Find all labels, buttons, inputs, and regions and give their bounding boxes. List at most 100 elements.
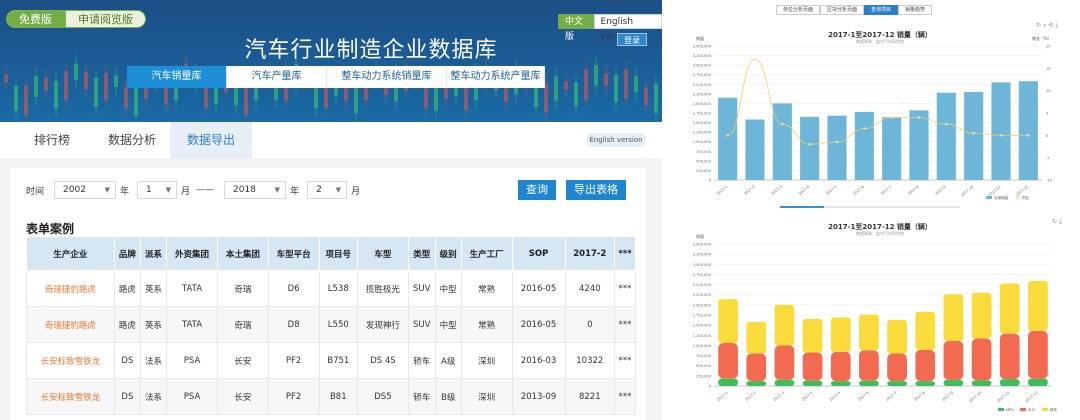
stack-sedan-segment[interactable] — [859, 314, 879, 351]
growth-point[interactable] — [863, 127, 866, 130]
stack-sedan-segment[interactable] — [1028, 280, 1048, 331]
bar-mark[interactable] — [854, 111, 874, 180]
stack-sedan-segment[interactable] — [999, 283, 1020, 334]
growth-point[interactable] — [753, 58, 757, 61]
bar-mark[interactable] — [718, 97, 738, 180]
stack-mpv-segment[interactable] — [830, 381, 851, 386]
subtab-analysis[interactable]: 数据分析 — [108, 122, 156, 158]
english-version-button[interactable]: English version — [593, 14, 662, 42]
bar-mark[interactable] — [1018, 81, 1038, 180]
stack-suv-segment[interactable] — [802, 352, 823, 381]
bar-mark[interactable] — [936, 92, 956, 180]
bar-mark[interactable] — [772, 103, 792, 180]
growth-point[interactable] — [1027, 134, 1030, 137]
stack-sedan-segment[interactable] — [774, 304, 795, 346]
column-header[interactable]: 类型 — [407, 236, 436, 271]
growth-point[interactable] — [999, 134, 1003, 137]
column-header[interactable]: 派系 — [139, 236, 168, 271]
bar-mark[interactable] — [964, 91, 984, 180]
growth-point[interactable] — [726, 134, 729, 137]
tab-sales-db[interactable]: 汽车销量库 — [127, 66, 227, 88]
growth-point[interactable] — [972, 131, 975, 135]
from-year-select[interactable]: 2002 ▼ — [54, 181, 117, 199]
bar-mark[interactable] — [991, 82, 1011, 180]
table-row[interactable]: 长安标致雪铁龙 DS 法系 PSA 长安 PF2 B751 DS 4S 轿车 A级 深圳 2016-0… — [26, 342, 636, 379]
subtab-export[interactable]: 数据导出 — [170, 122, 252, 158]
stack-mpv-segment[interactable] — [802, 380, 823, 386]
stack-suv-segment[interactable] — [915, 349, 936, 382]
stack-mpv-segment[interactable] — [887, 381, 907, 386]
bar-mark[interactable] — [745, 119, 765, 180]
stack-mpv-segment[interactable] — [774, 379, 795, 386]
to-year-select[interactable]: 2018 ▼ — [224, 181, 287, 199]
stack-suv-segment[interactable] — [971, 338, 992, 381]
stack-sedan-segment[interactable] — [943, 294, 964, 341]
chart-tab-trend[interactable]: 销量趋势 — [898, 5, 933, 15]
bar-mark[interactable] — [800, 116, 820, 180]
download-icon[interactable]: ⤓ — [1055, 22, 1058, 29]
growth-point[interactable] — [945, 122, 948, 126]
column-header[interactable]: 项目号 — [318, 236, 359, 271]
stack-mpv-segment[interactable] — [943, 379, 964, 386]
bar-mark[interactable] — [827, 115, 847, 180]
growth-point[interactable] — [917, 116, 921, 119]
table-row[interactable]: 奇瑞捷豹路虎 路虎 英系 TATA 奇瑞 D8 L550 发现神行 SUV 中型 常熟 2016-05… — [26, 306, 636, 343]
legend-label[interactable]: MPV — [1006, 408, 1014, 412]
column-header[interactable]: 车型 — [357, 236, 409, 271]
column-header[interactable]: 2017-2 — [564, 236, 616, 271]
column-header[interactable]: 品牌 — [113, 236, 141, 271]
stack-mpv-segment[interactable] — [859, 380, 879, 386]
english-version-pill[interactable]: English version — [586, 133, 646, 147]
stack-sedan-segment[interactable] — [746, 321, 767, 354]
stack-sedan-segment[interactable] — [802, 319, 823, 353]
stack-sedan-segment[interactable] — [718, 299, 738, 343]
growth-point[interactable] — [781, 122, 784, 126]
restore-icon[interactable]: ⟲ — [1048, 22, 1053, 29]
growth-point[interactable] — [835, 140, 839, 144]
chart-tab-unit[interactable]: 单位分析页面 — [776, 5, 821, 15]
stack-suv-segment[interactable] — [859, 350, 879, 381]
column-header[interactable]: 生产企业 — [26, 236, 115, 271]
stack-mpv-segment[interactable] — [718, 378, 738, 386]
chart-tab-block[interactable]: 区块分析页面 — [820, 5, 865, 15]
trial-edition-button[interactable]: 申请阅览版 — [65, 10, 146, 28]
query-button[interactable]: 查询 — [518, 180, 556, 200]
stack-mpv-segment[interactable] — [746, 381, 767, 386]
stack-mpv-segment[interactable] — [1028, 378, 1048, 386]
stack-sedan-segment[interactable] — [887, 319, 907, 354]
stack-suv-segment[interactable] — [718, 342, 738, 379]
column-header[interactable]: SOP — [511, 236, 566, 271]
column-header[interactable]: *** — [614, 236, 636, 271]
legend-label[interactable]: 当前销量 — [994, 195, 1009, 200]
stack-mpv-segment[interactable] — [999, 379, 1020, 386]
stack-mpv-segment[interactable] — [915, 381, 936, 386]
stack-suv-segment[interactable] — [774, 345, 795, 380]
free-edition-button[interactable]: 免费版 — [6, 10, 65, 28]
stack-suv-segment[interactable] — [999, 333, 1020, 380]
stack-suv-segment[interactable] — [887, 353, 907, 382]
stack-suv-segment[interactable] — [943, 340, 964, 380]
stack-suv-segment[interactable] — [1028, 330, 1048, 379]
column-header[interactable]: 外资集团 — [166, 236, 218, 271]
tab-powertrain-production-db[interactable]: 整车动力系统产量库 — [447, 66, 545, 88]
legend-label[interactable]: 同比 — [1022, 195, 1030, 200]
column-header[interactable]: 级别 — [434, 236, 462, 271]
stack-sedan-segment[interactable] — [830, 317, 851, 352]
stack-suv-segment[interactable] — [746, 353, 767, 382]
export-table-button[interactable]: 导出表格 — [566, 180, 626, 200]
bar-mark[interactable] — [882, 117, 902, 180]
from-month-select[interactable]: 1 ▼ — [137, 181, 178, 199]
zoom-icon[interactable]: ⌕ — [1043, 22, 1046, 29]
refresh-icon[interactable]: ↻ — [1036, 22, 1041, 29]
chart-scrollbar-thumb[interactable] — [780, 206, 824, 208]
subtab-ranking[interactable]: 排行榜 — [34, 122, 70, 158]
column-header[interactable]: 本土集团 — [216, 236, 269, 271]
growth-point[interactable] — [808, 143, 811, 146]
bar-mark[interactable] — [909, 110, 929, 180]
tab-production-db[interactable]: 汽车产量库 — [227, 66, 327, 88]
stack-mpv-segment[interactable] — [971, 380, 992, 386]
table-row[interactable]: 奇瑞捷豹路虎 路虎 英系 TATA 奇瑞 D6 L538 揽胜极光 SUV 中型 常熟 2016-05… — [26, 270, 636, 307]
growth-point[interactable] — [890, 116, 893, 119]
to-month-select[interactable]: 2 ▼ — [307, 181, 348, 199]
stack-sedan-segment[interactable] — [971, 292, 992, 339]
